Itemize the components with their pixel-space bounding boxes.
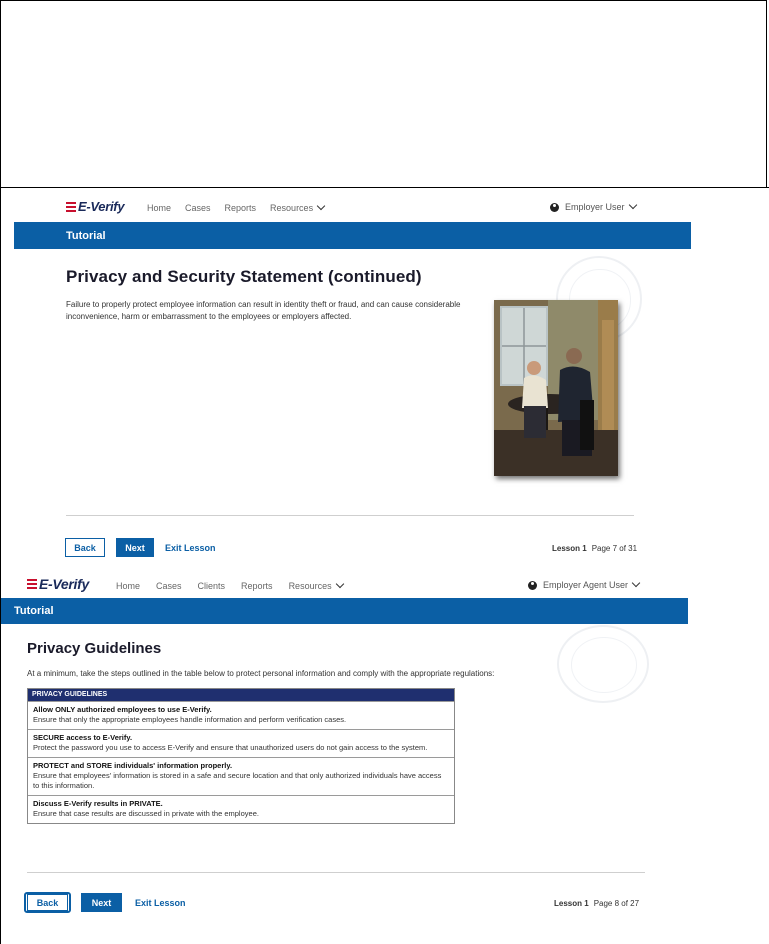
body-text: Failure to properly protect employee inf…	[66, 300, 461, 321]
next-button[interactable]: Next	[116, 538, 154, 557]
privacy-guidelines-table: PRIVACY GUIDELINES Allow ONLY authorized…	[27, 688, 455, 824]
tutorial-bar-title: Tutorial	[66, 230, 106, 242]
chevron-down-icon	[335, 579, 344, 589]
page-counter: Page 7 of 31	[591, 544, 638, 553]
blank-panel	[0, 0, 767, 188]
dhs-seal-watermark	[557, 625, 649, 703]
tutorial-bar: Tutorial	[14, 222, 691, 249]
divider	[66, 515, 634, 516]
tutorial-bar: Tutorial	[1, 598, 688, 624]
photo-illustration	[494, 300, 618, 476]
lesson-label: Lesson 1	[554, 899, 589, 908]
page-title: Privacy and Security Statement (continue…	[66, 267, 422, 286]
chevron-down-icon	[316, 201, 326, 211]
divider	[27, 872, 645, 873]
everify-logo[interactable]: E-Verify	[66, 199, 125, 214]
user-name: Employer Agent User	[543, 580, 629, 590]
nav-reports[interactable]: Reports	[225, 203, 257, 213]
user-name: Employer User	[565, 202, 625, 212]
row-title: Discuss E-Verify results in PRIVATE.	[33, 799, 163, 808]
chevron-down-icon	[628, 200, 637, 210]
table-row: Allow ONLY authorized employees to use E…	[28, 701, 454, 729]
row-desc: Ensure that case results are discussed i…	[33, 809, 259, 818]
page-counter: Page 8 of 27	[593, 899, 640, 908]
everify-logo[interactable]: E-Verify	[27, 576, 89, 592]
nav-clients[interactable]: Clients	[198, 581, 226, 591]
page-title: Privacy Guidelines	[27, 640, 162, 657]
exit-lesson-link[interactable]: Exit Lesson	[135, 898, 186, 908]
row-title: SECURE access to E-Verify.	[33, 733, 133, 742]
user-icon	[528, 580, 537, 590]
logo-text: E-Verify	[78, 199, 125, 214]
user-menu[interactable]: Employer Agent User	[528, 578, 641, 590]
lesson-progress: Lesson 1 Page 7 of 31	[552, 544, 637, 553]
logo-text: E-Verify	[39, 576, 89, 592]
main-nav: Home Cases Clients Reports Resources	[116, 579, 344, 591]
nav-home[interactable]: Home	[116, 581, 140, 591]
row-title: Allow ONLY authorized employees to use E…	[33, 705, 212, 714]
main-nav: Home Cases Reports Resources	[147, 201, 326, 213]
lesson-progress: Lesson 1 Page 8 of 27	[554, 899, 639, 908]
row-desc: Protect the password you use to access E…	[33, 743, 428, 752]
intro-text: At a minimum, take the steps outlined in…	[27, 669, 495, 678]
user-menu[interactable]: Employer User	[550, 200, 637, 212]
nav-cases[interactable]: Cases	[156, 581, 182, 591]
flag-icon	[66, 201, 76, 212]
back-button[interactable]: Back	[65, 538, 105, 557]
row-desc: Ensure that employees' information is st…	[33, 771, 442, 790]
nav-cases[interactable]: Cases	[185, 203, 211, 213]
flag-icon	[27, 579, 37, 589]
table-row: Discuss E-Verify results in PRIVATE. Ens…	[28, 795, 454, 823]
nav-resources[interactable]: Resources	[289, 579, 344, 591]
row-title: PROTECT and STORE individuals' informati…	[33, 761, 233, 770]
back-button[interactable]: Back	[27, 894, 68, 911]
nav-home[interactable]: Home	[147, 203, 171, 213]
table-row: PROTECT and STORE individuals' informati…	[28, 757, 454, 795]
row-desc: Ensure that only the appropriate employe…	[33, 715, 347, 724]
table-header: PRIVACY GUIDELINES	[28, 689, 454, 701]
lesson-label: Lesson 1	[552, 544, 587, 553]
office-meeting-photo	[494, 300, 618, 476]
tutorial-bar-title: Tutorial	[14, 605, 54, 617]
user-icon	[550, 202, 559, 212]
table-row: SECURE access to E-Verify. Protect the p…	[28, 729, 454, 757]
nav-reports[interactable]: Reports	[241, 581, 273, 591]
chevron-down-icon	[631, 578, 641, 588]
next-button[interactable]: Next	[81, 893, 122, 912]
exit-lesson-link[interactable]: Exit Lesson	[165, 543, 216, 553]
nav-resources[interactable]: Resources	[270, 201, 326, 213]
